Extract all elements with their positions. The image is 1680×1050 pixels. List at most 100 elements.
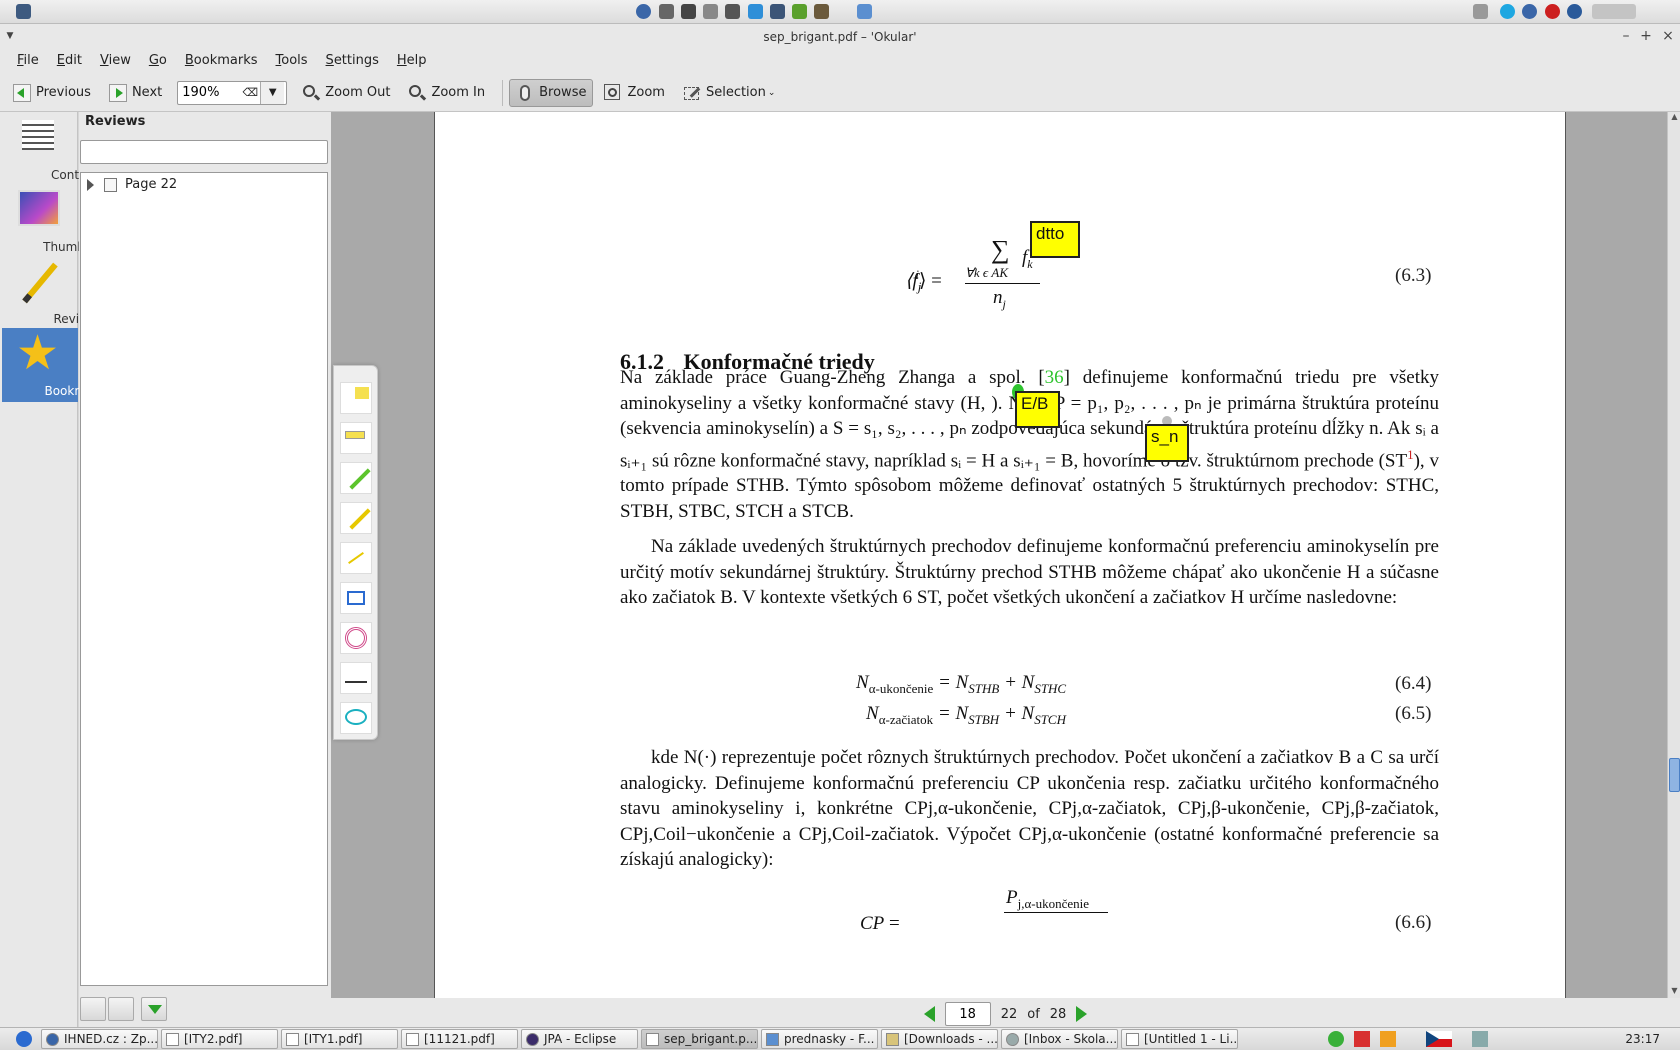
clear-zoom-icon[interactable]: ⌫	[240, 86, 260, 99]
document-task-icon	[1126, 1032, 1139, 1046]
notes-tray-icon[interactable]	[1473, 4, 1488, 19]
tab-bookmarks[interactable]: ★ Bookmarks	[2, 328, 112, 402]
opera-tray-icon[interactable]	[1545, 4, 1560, 19]
task-button[interactable]: [ITY2.pdf]	[161, 1029, 278, 1049]
menu-settings[interactable]: Settings	[317, 50, 388, 74]
straight-line-tool-icon[interactable]	[340, 542, 372, 574]
start-menu-icon[interactable]	[16, 1031, 32, 1047]
tray-update-icon[interactable]	[1380, 1031, 1396, 1047]
window-menu-icon[interactable]: ▼	[2, 28, 18, 44]
terminal-launcher-icon[interactable]	[659, 4, 674, 19]
annotation-note[interactable]: dtto	[1030, 221, 1080, 258]
zoom-tool-button[interactable]: Zoom	[597, 79, 671, 107]
close-button[interactable]: ×	[1660, 28, 1676, 44]
annotation-note[interactable]: s_n	[1145, 424, 1189, 462]
eq63-denominator: nj	[993, 287, 1006, 311]
menu-tools[interactable]: Tools	[267, 50, 317, 74]
download-launcher-icon[interactable]	[748, 4, 763, 19]
tray-alert-icon[interactable]	[1354, 1031, 1370, 1047]
next-page-arrow-icon[interactable]	[1076, 1006, 1088, 1022]
maximize-button[interactable]: +	[1638, 28, 1654, 44]
filter-author-button[interactable]	[108, 997, 134, 1021]
tree-item-page[interactable]: Page 22	[87, 177, 177, 192]
reviews-tree: Page 22	[80, 172, 328, 986]
task-button[interactable]: [Untitled 1 - Li...	[1121, 1029, 1238, 1049]
pdf-task-icon	[406, 1032, 419, 1046]
green-pen-tool-icon[interactable]	[340, 462, 372, 494]
eq63-number: (6.3)	[1395, 265, 1432, 286]
tray-network-icon[interactable]	[1472, 1031, 1488, 1047]
zoom-input[interactable]	[178, 82, 241, 103]
page-number-input[interactable]	[944, 1002, 991, 1026]
network-tray-icon[interactable]	[1522, 4, 1537, 19]
update-tray-icon[interactable]	[1567, 4, 1582, 19]
tab-thumbnails[interactable]: Thumbnails	[2, 184, 113, 258]
editor-launcher-icon[interactable]	[770, 4, 785, 19]
tray-check-icon[interactable]	[1328, 1031, 1344, 1047]
task-button[interactable]: [ITY1.pdf]	[281, 1029, 398, 1049]
search-launcher-icon[interactable]	[725, 4, 740, 19]
taskbar: IHNED.cz : Zp... [ITY2.pdf] [ITY1.pdf] […	[0, 1027, 1680, 1050]
zoom-in-icon	[408, 84, 427, 102]
menu-edit[interactable]: Edit	[48, 50, 91, 74]
tab-reviews[interactable]: Reviews	[2, 256, 103, 330]
inline-note-tool-icon[interactable]	[340, 422, 372, 454]
group-dropdown-button[interactable]	[141, 997, 167, 1021]
czech-flag-icon[interactable]	[1426, 1031, 1452, 1047]
zoom-dropdown-icon[interactable]: ▼	[260, 81, 285, 104]
vertical-scrollbar[interactable]: ▲ ▼	[1667, 112, 1680, 998]
zoom-combobox[interactable]: ⌫ ▼	[177, 80, 288, 105]
selection-dropdown-icon[interactable]: ⌄	[768, 88, 776, 98]
scroll-down-icon[interactable]: ▼	[1669, 986, 1680, 998]
prev-page-arrow-icon[interactable]	[923, 1006, 935, 1022]
gimp-launcher-icon[interactable]	[814, 4, 829, 19]
tab-contents[interactable]: Contents	[2, 112, 105, 186]
menu-go[interactable]: Go	[140, 50, 176, 74]
stamp-tool-icon[interactable]	[340, 622, 372, 654]
underline-tool-icon[interactable]	[340, 662, 372, 694]
browser-launcher-icon[interactable]	[636, 4, 651, 19]
yellow-highlighter-tool-icon[interactable]	[340, 502, 372, 534]
folder-launcher-icon[interactable]	[857, 4, 872, 19]
zoom-in-button[interactable]: Zoom In	[401, 79, 492, 107]
tool-launcher-icon[interactable]	[703, 4, 718, 19]
ellipse-tool-icon[interactable]	[340, 702, 372, 734]
eq66-fraction-bar	[1004, 912, 1108, 913]
app-menu-icon[interactable]	[16, 4, 31, 19]
filter-page-button[interactable]	[80, 997, 106, 1021]
expand-arrow-icon[interactable]	[87, 178, 94, 191]
next-button[interactable]: Next	[102, 79, 169, 107]
popup-note-tool-icon[interactable]	[340, 382, 372, 414]
task-button[interactable]: [Downloads - ...	[881, 1029, 998, 1049]
menu-view[interactable]: View	[91, 50, 140, 74]
screen-launcher-icon[interactable]	[681, 4, 696, 19]
minimize-button[interactable]: –	[1618, 28, 1634, 44]
reviews-search-input[interactable]	[80, 140, 328, 164]
polygon-tool-icon[interactable]	[340, 582, 372, 614]
previous-label: Previous	[36, 85, 91, 100]
menu-file[interactable]: File	[8, 50, 48, 74]
menu-help[interactable]: Help	[388, 50, 436, 74]
task-button[interactable]: prednasky - F...	[761, 1029, 878, 1049]
document-view[interactable]: ⟨fji⟩ = ∑ fk ∀k ϵ AK nj (6.3) 6.1.2 Konf…	[331, 112, 1667, 998]
folder-task-icon	[886, 1032, 899, 1046]
task-button[interactable]: [11121.pdf]	[401, 1029, 518, 1049]
task-button-active[interactable]: sep_brigant.p...	[641, 1029, 758, 1049]
browser-task-icon	[46, 1032, 59, 1046]
citation-link[interactable]: 36	[1045, 367, 1064, 388]
media-launcher-icon[interactable]	[792, 4, 807, 19]
previous-button[interactable]: Previous	[6, 79, 98, 107]
skype-tray-icon[interactable]	[1500, 4, 1515, 19]
annotation-note[interactable]: E/B	[1015, 391, 1060, 428]
task-button[interactable]: JPA - Eclipse	[521, 1029, 638, 1049]
browse-button[interactable]: Browse	[509, 78, 594, 107]
annotation-toolbar	[333, 365, 378, 740]
zoom-out-button[interactable]: Zoom Out	[295, 79, 397, 107]
scroll-up-icon[interactable]: ▲	[1669, 112, 1680, 124]
clock[interactable]: 23:17	[1625, 1032, 1660, 1046]
menu-bookmarks[interactable]: Bookmarks	[176, 50, 267, 74]
scroll-thumb[interactable]	[1669, 758, 1680, 792]
task-button[interactable]: IHNED.cz : Zp...	[41, 1029, 158, 1049]
selection-button[interactable]: Selection ⌄	[676, 79, 782, 107]
task-button[interactable]: [Inbox - Skola...	[1001, 1029, 1118, 1049]
